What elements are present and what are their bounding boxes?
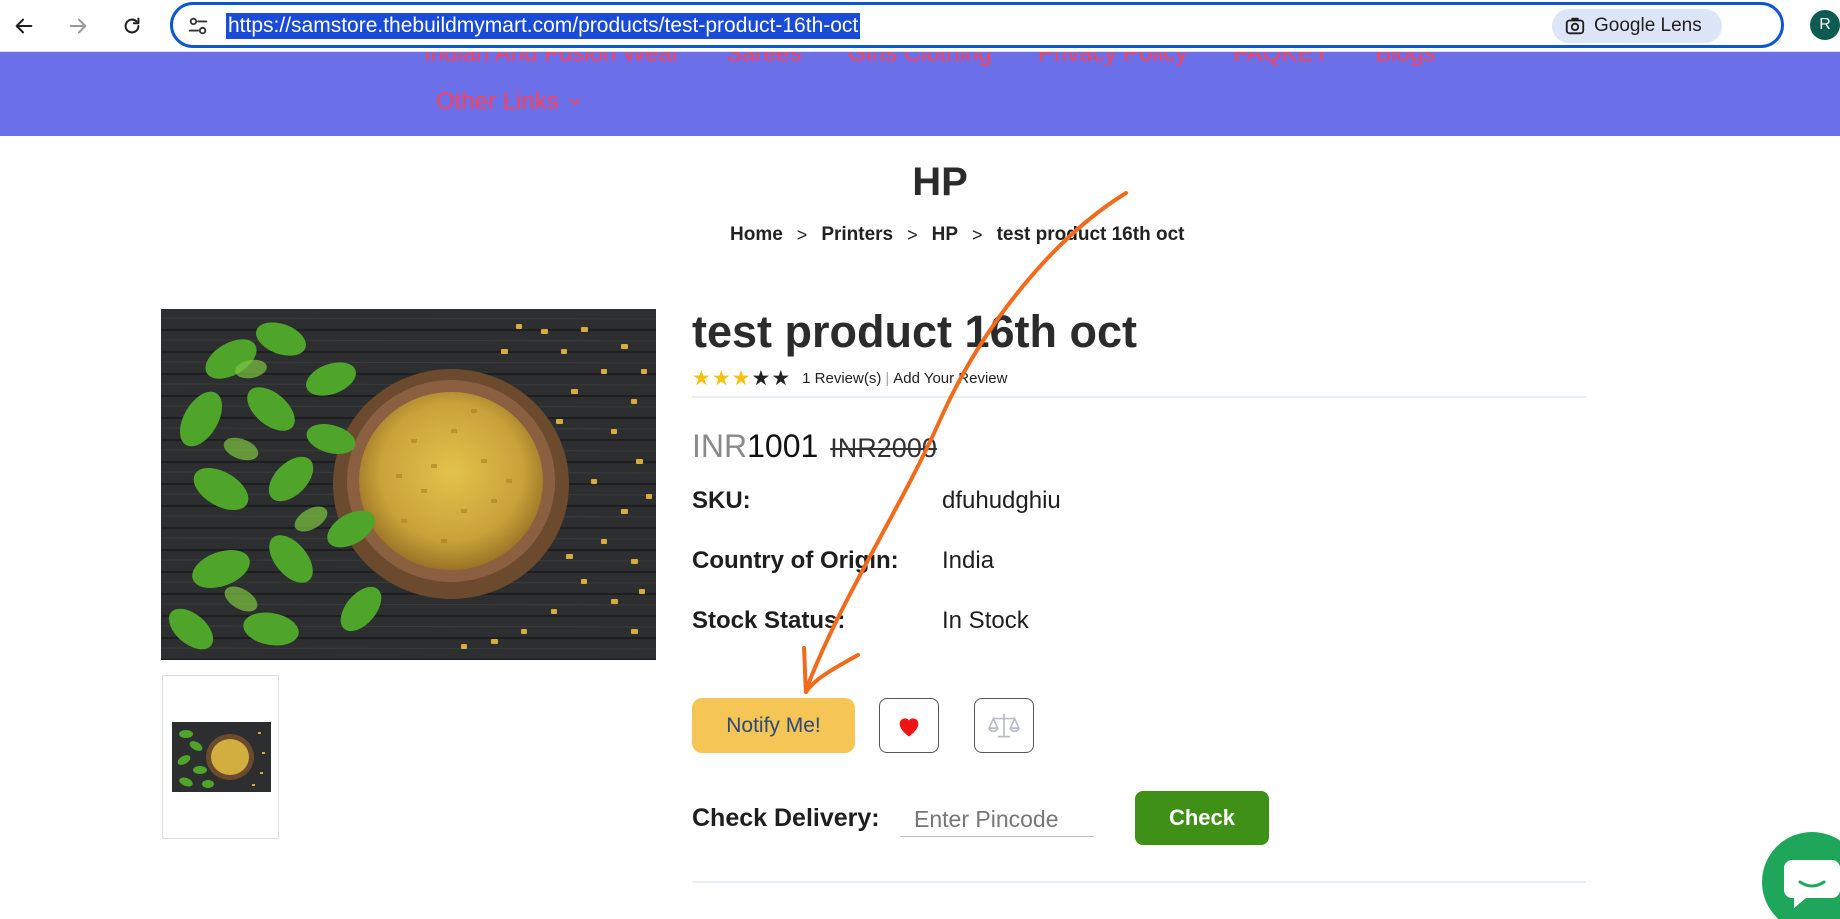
divider-line	[692, 396, 1586, 398]
reload-icon	[124, 17, 140, 34]
price-currency: INR	[692, 428, 748, 464]
compare-button[interactable]	[974, 698, 1034, 753]
nav-links: Indian And Fusion Wear Sarees Girls Clot…	[424, 52, 1435, 68]
rating-stars: ★ ★ ★ ★ ★	[692, 366, 790, 391]
check-delivery-button[interactable]: Check	[1135, 791, 1269, 845]
nav-link-faqkey[interactable]: FAQKEY	[1233, 52, 1329, 68]
attribute-stock-status: Stock Status: In Stock	[692, 607, 1029, 635]
star-filled-icon: ★	[711, 367, 731, 390]
wishlist-button[interactable]	[879, 698, 939, 753]
product-thumbnail[interactable]	[162, 675, 279, 839]
heart-icon	[899, 717, 919, 736]
star-empty-icon: ★	[751, 367, 771, 390]
notify-me-button[interactable]: Notify Me!	[692, 698, 855, 753]
browser-toolbar: https://samstore.thebuildmymart.com/prod…	[0, 0, 1840, 52]
back-arrow-icon	[15, 18, 33, 34]
nav-link-blogs[interactable]: Blogs	[1375, 52, 1435, 68]
camera-lens-icon	[1565, 17, 1585, 35]
nav-link-girls-clothing[interactable]: Girls Clothing	[848, 52, 992, 68]
chat-bubble-icon	[1784, 860, 1840, 908]
nav-link-privacy-policy[interactable]: Privacy Policy	[1038, 52, 1187, 68]
thumbnail-image	[172, 722, 271, 792]
back-button[interactable]	[6, 8, 42, 44]
forward-arrow-icon	[69, 18, 87, 34]
attribute-sku: SKU: dfuhudghiu	[692, 487, 1061, 515]
rating-divider: |	[885, 370, 890, 387]
breadcrumb-separator: >	[907, 224, 918, 245]
product-main-image[interactable]	[161, 309, 656, 660]
google-lens-label: Google Lens	[1594, 15, 1702, 36]
chat-widget-button[interactable]	[1762, 832, 1840, 919]
product-rating: ★ ★ ★ ★ ★ 1 Review(s) | Add Your Review	[692, 366, 1007, 391]
reload-button[interactable]	[114, 8, 150, 44]
attribute-value: In Stock	[942, 607, 1029, 634]
nav-link-indian-fusion-wear[interactable]: Indian And Fusion Wear	[424, 52, 680, 68]
check-delivery-label: Check Delivery:	[692, 804, 880, 832]
star-filled-icon: ★	[692, 367, 711, 390]
product-price: INR 1001 INR2000	[692, 428, 937, 465]
forward-button[interactable]	[60, 8, 96, 44]
pincode-input[interactable]	[900, 803, 1094, 837]
url-text[interactable]: https://samstore.thebuildmymart.com/prod…	[226, 13, 861, 39]
product-title: test product 16th oct	[692, 306, 1138, 357]
star-filled-icon: ★	[731, 367, 751, 390]
scale-balance-icon	[987, 712, 1021, 737]
profile-avatar[interactable]: R	[1810, 10, 1840, 40]
category-title: HP	[912, 160, 968, 204]
breadcrumb-hp[interactable]: HP	[932, 224, 958, 246]
attribute-value: India	[942, 547, 995, 574]
site-info-icon[interactable]	[185, 13, 211, 39]
attribute-label: Country of Origin:	[692, 547, 899, 574]
star-empty-icon: ★	[771, 367, 791, 390]
old-price: INR2000	[830, 433, 937, 463]
nav-link-sarees[interactable]: Sarees	[726, 52, 802, 68]
attribute-country-of-origin: Country of Origin: India	[692, 547, 994, 575]
breadcrumb: Home > Printers > HP > test product 16th…	[730, 224, 1184, 246]
breadcrumb-home[interactable]: Home	[730, 224, 783, 246]
nav-link-other-links[interactable]: Other Links	[436, 88, 583, 116]
reviews-count[interactable]: 1 Review(s)	[802, 370, 881, 387]
other-links-label: Other Links	[436, 88, 559, 115]
chevron-down-icon	[569, 98, 581, 105]
divider-line	[692, 881, 1586, 883]
google-lens-button[interactable]: Google Lens	[1552, 9, 1722, 43]
breadcrumb-printers[interactable]: Printers	[821, 224, 893, 246]
address-bar[interactable]: https://samstore.thebuildmymart.com/prod…	[170, 2, 1784, 48]
attribute-label: SKU:	[692, 487, 751, 514]
attribute-label: Stock Status:	[692, 607, 846, 634]
breadcrumb-separator: >	[972, 224, 983, 245]
breadcrumb-separator: >	[796, 224, 808, 245]
attribute-value: dfuhudghiu	[942, 487, 1061, 514]
site-navigation: Indian And Fusion Wear Sarees Girls Clot…	[0, 52, 1840, 136]
price-value: 1001	[747, 428, 819, 464]
add-review-link[interactable]: Add Your Review	[893, 370, 1007, 387]
breadcrumb-current: test product 16th oct	[996, 224, 1185, 245]
